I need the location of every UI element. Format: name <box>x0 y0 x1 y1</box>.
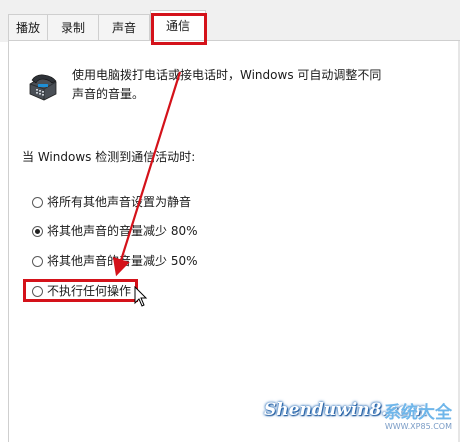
highlight-option-box <box>23 279 138 302</box>
telephone-icon <box>29 74 57 101</box>
option-reduce-50[interactable]: 将其他声音的音量减少 50% <box>32 253 198 269</box>
radio-button-checked[interactable] <box>32 225 43 237</box>
tab-label: 声音 <box>111 21 136 35</box>
tab-recording[interactable]: 录制 <box>47 14 99 40</box>
option-mute-all[interactable]: 将所有其他声音设置为静音 <box>32 194 191 210</box>
tab-sounds[interactable]: 声音 <box>98 14 150 40</box>
tab-strip: 播放 录制 声音 通信 <box>0 0 460 42</box>
cursor-icon <box>134 286 148 307</box>
description-line: 使用电脑拨打电话或接电话时，Windows 可自动调整不同 <box>72 68 382 82</box>
watermark: Shenduwin8.com 系统大全 WWW.XP85.COM <box>264 400 454 436</box>
highlight-tab-box <box>151 13 207 45</box>
radio-button[interactable] <box>32 255 43 267</box>
option-label: 将其他声音的音量减少 80% <box>47 224 198 238</box>
description-line: 声音的音量。 <box>72 87 145 101</box>
option-label: 将其他声音的音量减少 50% <box>47 254 198 268</box>
option-label: 将所有其他声音设置为静音 <box>47 195 192 209</box>
tab-playback[interactable]: 播放 <box>8 14 48 40</box>
tab-label: 录制 <box>60 21 85 35</box>
tab-label: 播放 <box>15 21 40 35</box>
radio-button[interactable] <box>32 196 43 208</box>
section-label: 当 Windows 检测到通信活动时: <box>22 150 196 164</box>
watermark-cn: 系统大全 <box>384 403 452 423</box>
watermark-url: WWW.XP85.COM <box>384 422 452 431</box>
description: 使用电脑拨打电话或接电话时，Windows 可自动调整不同 声音的音量。 <box>72 66 402 104</box>
option-reduce-80[interactable]: 将其他声音的音量减少 80% <box>32 223 198 239</box>
